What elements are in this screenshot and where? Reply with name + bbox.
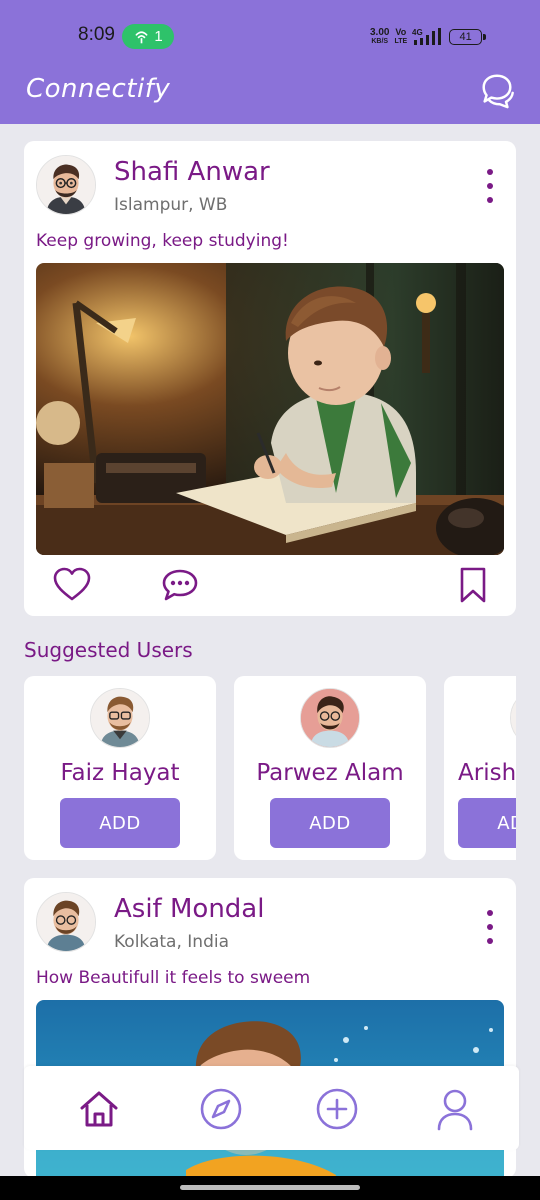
- network-speed: 3.00 KB/S: [370, 27, 390, 46]
- battery-icon: 41: [449, 29, 487, 45]
- suggested-users-title: Suggested Users: [24, 638, 193, 662]
- profile-icon: [437, 1089, 473, 1131]
- boy-studying-illustration: [36, 263, 504, 555]
- more-options-icon[interactable]: [482, 169, 498, 203]
- user-avatar-image: [301, 689, 359, 747]
- chat-bubbles-icon: [482, 74, 514, 109]
- user-avatar-image: [91, 689, 149, 747]
- avatar[interactable]: [36, 155, 96, 215]
- more-options-icon[interactable]: [482, 910, 498, 944]
- post-card: Shafi Anwar Islampur, WB Keep growing, k…: [24, 141, 516, 616]
- avatar[interactable]: [90, 688, 150, 748]
- status-time: 8:09: [78, 24, 115, 45]
- heart-icon: [53, 567, 91, 601]
- ongoing-call-indicator[interactable]: 1: [122, 24, 174, 49]
- post-author-name[interactable]: Asif Mondal: [114, 894, 264, 924]
- suggested-user-name[interactable]: Faiz Hayat: [24, 760, 216, 786]
- suggested-user-card[interactable]: Parwez Alam ADD: [234, 676, 426, 860]
- suggested-user-name[interactable]: Arish: [458, 760, 516, 786]
- add-user-button[interactable]: ADD: [60, 798, 180, 848]
- chat-button[interactable]: [478, 71, 516, 109]
- hotspot-icon: [135, 31, 148, 44]
- add-user-button[interactable]: ADD: [458, 798, 516, 848]
- post-location: Islampur, WB: [114, 195, 228, 215]
- post-caption: Keep growing, keep studying!: [36, 231, 289, 251]
- app-title: Connectify: [26, 74, 171, 104]
- avatar[interactable]: [36, 892, 96, 952]
- system-navigation-bar: [0, 1176, 540, 1200]
- home-icon: [80, 1091, 118, 1127]
- suggested-user-card[interactable]: Arish ADD: [444, 676, 516, 860]
- home-gesture-handle[interactable]: [180, 1185, 360, 1190]
- bookmark-button[interactable]: [453, 565, 493, 605]
- suggested-user-card[interactable]: Faiz Hayat ADD: [24, 676, 216, 860]
- add-user-button[interactable]: ADD: [270, 798, 390, 848]
- author-avatar-image: [37, 156, 95, 214]
- app-header: 8:09 1 3.00 KB/S Vo LTE 4G 41 Connectify: [0, 0, 540, 124]
- suggested-user-name[interactable]: Parwez Alam: [234, 760, 426, 786]
- user-avatar-image: [511, 689, 516, 747]
- bookmark-icon: [460, 567, 486, 603]
- call-count: 1: [154, 28, 163, 45]
- bottom-navigation: [24, 1066, 519, 1150]
- battery-level: 41: [459, 31, 472, 43]
- nav-explore[interactable]: [198, 1086, 244, 1132]
- nav-create-post[interactable]: [314, 1086, 360, 1132]
- nav-home[interactable]: [76, 1086, 122, 1132]
- nav-profile[interactable]: [432, 1086, 478, 1132]
- status-icons: 3.00 KB/S Vo LTE 4G 41: [370, 26, 496, 48]
- comment-icon: [162, 569, 198, 601]
- like-button[interactable]: [52, 565, 92, 605]
- avatar[interactable]: [300, 688, 360, 748]
- signal-strength-icon: 4G: [412, 28, 442, 45]
- comment-button[interactable]: [160, 565, 200, 605]
- avatar[interactable]: [510, 688, 516, 748]
- explore-compass-icon: [200, 1088, 242, 1130]
- post-location: Kolkata, India: [114, 932, 229, 952]
- status-bar: 8:09 1 3.00 KB/S Vo LTE 4G 41: [0, 0, 540, 72]
- volte-indicator: Vo LTE: [394, 27, 408, 46]
- network-type: 4G: [412, 28, 423, 37]
- post-author-name[interactable]: Shafi Anwar: [114, 157, 270, 187]
- suggested-users-carousel[interactable]: Faiz Hayat ADD Parwez Alam ADD Arish ADD: [24, 676, 516, 860]
- post-image[interactable]: [36, 263, 504, 555]
- author-avatar-image: [37, 893, 95, 951]
- post-caption: How Beautifull it feels to sweem: [36, 968, 311, 988]
- add-post-icon: [316, 1088, 358, 1130]
